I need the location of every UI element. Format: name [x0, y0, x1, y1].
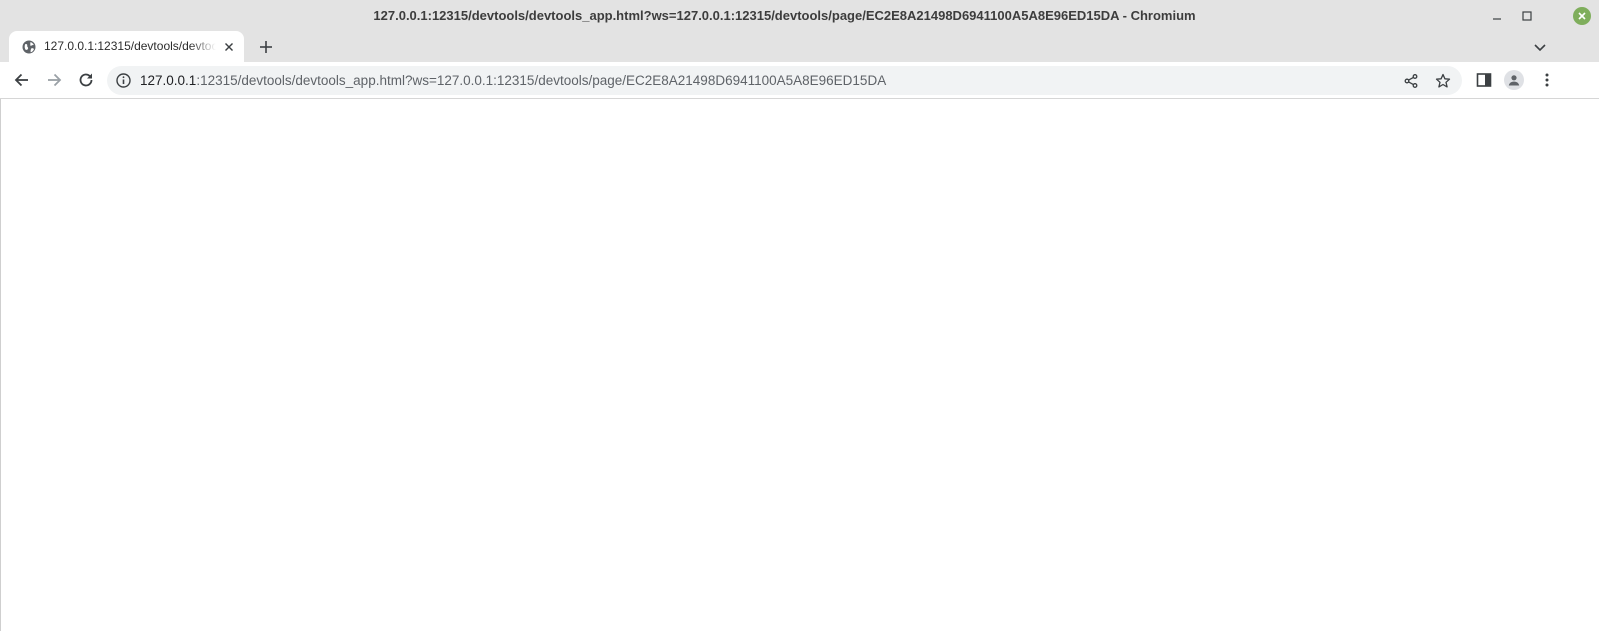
side-panel-icon [1476, 73, 1492, 87]
url-path: :12315/devtools/devtools_app.html?ws=127… [196, 73, 887, 88]
maximize-icon [1522, 11, 1532, 21]
chevron-down-icon [1534, 44, 1546, 52]
share-button[interactable] [1400, 70, 1422, 92]
person-icon [1508, 75, 1520, 86]
minimize-icon [1493, 18, 1501, 20]
profile-button[interactable] [1500, 66, 1528, 94]
toolbar: 127.0.0.1:12315/devtools/devtools_app.ht… [0, 62, 1599, 99]
title-bar[interactable]: 127.0.0.1:12315/devtools/devtools_app.ht… [0, 0, 1599, 31]
url-host: 127.0.0.1 [140, 73, 197, 88]
close-icon [225, 43, 233, 51]
forward-button[interactable] [40, 66, 68, 94]
arrow-left-icon [14, 73, 28, 87]
tab-close-button[interactable] [221, 39, 237, 55]
close-window-circle [1573, 7, 1591, 25]
arrow-right-icon [48, 73, 62, 87]
avatar [1504, 70, 1524, 90]
new-tab-button[interactable] [254, 35, 278, 59]
maximize-button[interactable] [1516, 5, 1538, 27]
back-button[interactable] [8, 66, 36, 94]
globe-icon [22, 40, 36, 54]
star-icon [1435, 73, 1451, 88]
page-content[interactable] [0, 99, 1599, 631]
share-icon [1404, 74, 1418, 88]
window-title: 127.0.0.1:12315/devtools/devtools_app.ht… [373, 8, 1196, 23]
tab-title: 127.0.0.1:12315/devtools/devtools_app.ht… [44, 39, 216, 53]
tab-active[interactable]: 127.0.0.1:12315/devtools/devtools_app.ht… [9, 31, 244, 62]
more-vert-icon [1545, 73, 1549, 87]
browser-window: 127.0.0.1:12315/devtools/devtools_app.ht… [0, 0, 1599, 631]
url-text[interactable]: 127.0.0.1:12315/devtools/devtools_app.ht… [140, 66, 886, 95]
reload-icon [79, 73, 93, 87]
plus-icon [260, 41, 272, 53]
reload-button[interactable] [72, 66, 100, 94]
close-window-button[interactable] [1571, 5, 1593, 27]
minimize-button[interactable] [1486, 5, 1508, 27]
tab-strip: 127.0.0.1:12315/devtools/devtools_app.ht… [0, 31, 1599, 62]
info-icon[interactable] [115, 72, 132, 89]
address-bar[interactable]: 127.0.0.1:12315/devtools/devtools_app.ht… [107, 66, 1462, 95]
close-icon [1578, 12, 1586, 20]
tab-search-button[interactable] [1528, 35, 1552, 59]
bookmark-button[interactable] [1432, 70, 1454, 92]
side-panel-button[interactable] [1470, 66, 1498, 94]
menu-button[interactable] [1533, 66, 1561, 94]
